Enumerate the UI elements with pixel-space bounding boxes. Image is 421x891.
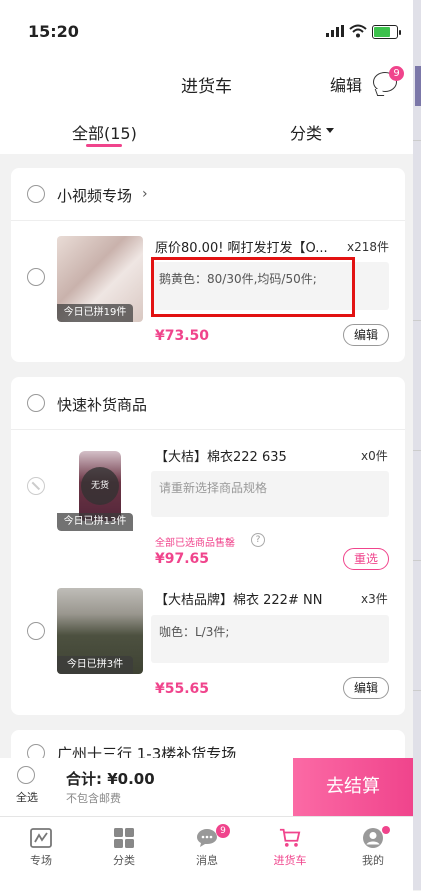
tab-special[interactable]: 专场 <box>0 827 82 868</box>
status-time: 15:20 <box>28 22 79 41</box>
group-card: 快速补货商品 无货 今日已拼13件 【大桔】棉衣222 635 x0件 请重新选… <box>11 377 405 715</box>
out-of-stock-badge: 无货 <box>81 467 119 505</box>
group-title: 快速补货商品 <box>57 396 148 414</box>
bottom-tab-bar: 专场 分类 9 消息 进货车 我的 <box>0 816 413 891</box>
highlight-box <box>151 257 355 317</box>
category-icon <box>114 828 134 848</box>
product-name[interactable]: 【大桔】棉衣222 635 <box>155 446 341 465</box>
caret-down-icon <box>326 128 334 133</box>
message-badge: 9 <box>389 66 404 81</box>
status-bar: 15:20 <box>0 0 413 58</box>
product-qty: x218件 <box>347 240 390 254</box>
product-price: ¥73.50 <box>155 328 210 344</box>
page-header: 进货车 编辑 9 全部(15) 分类 <box>0 58 413 154</box>
checkout-button[interactable]: 去结算 <box>293 758 413 816</box>
today-count-badge: 今日已拼19件 <box>57 304 133 322</box>
tab-label: 我的 <box>362 854 384 867</box>
total-amount: 合计: ¥0.00 <box>66 770 155 788</box>
product-price: ¥97.65 <box>155 551 210 567</box>
message-icon <box>197 829 217 847</box>
product-qty: x0件 <box>361 449 388 463</box>
group-card: 小视频专场 › 今日已拼19件 原价80.00! 啊打发打发【O... x218… <box>11 168 405 362</box>
profile-dot-badge <box>382 826 390 834</box>
tab-profile[interactable]: 我的 <box>332 826 414 868</box>
sold-out-note: 全部已选商品售罄 <box>155 538 235 549</box>
tab-category-nav[interactable]: 分类 <box>83 827 165 868</box>
battery-icon <box>372 25 401 39</box>
help-icon[interactable]: ? <box>251 533 265 547</box>
product-price: ¥55.65 <box>155 681 210 697</box>
select-all-checkbox[interactable] <box>17 766 35 784</box>
shipping-note: 不包含邮费 <box>66 792 121 805</box>
checkout-bar: 全选 合计: ¥0.00 不包含邮费 去结算 <box>0 758 413 816</box>
message-tab-badge: 9 <box>216 824 230 838</box>
item-checkbox-disabled <box>27 477 45 495</box>
product-image[interactable]: 无货 今日已拼13件 <box>57 445 143 531</box>
item-edit-button[interactable]: 编辑 <box>343 677 389 699</box>
group-checkbox[interactable] <box>27 185 45 203</box>
tab-cart[interactable]: 进货车 <box>249 827 331 868</box>
group-checkbox[interactable] <box>27 394 45 412</box>
product-name[interactable]: 【大桔品牌】棉衣 222# NN <box>155 589 355 608</box>
item-edit-button[interactable]: 编辑 <box>343 324 389 346</box>
tab-label: 分类 <box>113 854 135 867</box>
today-count-badge: 今日已拼3件 <box>57 656 133 674</box>
item-checkbox[interactable] <box>27 268 45 286</box>
product-image[interactable]: 今日已拼3件 <box>57 588 143 674</box>
spec-box[interactable]: 请重新选择商品规格 <box>151 471 389 517</box>
special-icon <box>30 828 52 848</box>
cart-icon <box>279 828 301 847</box>
select-all-label[interactable]: 全选 <box>16 789 38 805</box>
wifi-icon <box>349 24 367 38</box>
background-window-strip <box>413 0 421 890</box>
product-image[interactable]: 今日已拼19件 <box>57 236 143 322</box>
spec-box[interactable]: 咖色：L/3件; <box>151 615 389 663</box>
product-name[interactable]: 原价80.00! 啊打发打发【O... <box>155 237 341 256</box>
tab-category[interactable]: 分类 <box>290 120 322 144</box>
chevron-right-icon[interactable]: › <box>142 186 148 202</box>
tab-active-indicator <box>86 144 122 147</box>
product-qty: x3件 <box>361 592 388 606</box>
rechoose-button[interactable]: 重选 <box>343 548 389 570</box>
tab-label: 进货车 <box>273 854 307 867</box>
tab-all[interactable]: 全部(15) <box>72 120 137 144</box>
tab-label: 消息 <box>196 854 218 867</box>
group-title[interactable]: 小视频专场 <box>57 185 132 206</box>
tab-messages[interactable]: 9 消息 <box>166 824 248 868</box>
item-checkbox[interactable] <box>27 622 45 640</box>
signal-icon <box>326 25 344 37</box>
profile-icon <box>363 828 383 848</box>
edit-button[interactable]: 编辑 <box>330 72 362 96</box>
today-count-badge: 今日已拼13件 <box>57 513 133 531</box>
tab-label: 专场 <box>30 854 52 867</box>
